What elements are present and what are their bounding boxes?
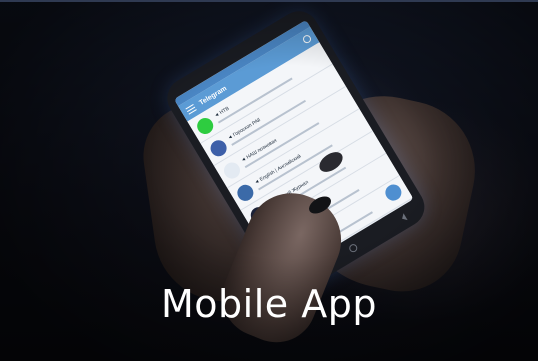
photo-scene: Telegram ◄ HTB ◄ Гороскоп PAll ◄ НАШ поз… [0, 0, 538, 361]
chat-avatar [234, 181, 257, 204]
hamburger-menu-icon [185, 103, 197, 115]
chat-avatar [193, 114, 216, 137]
chat-avatar [220, 159, 243, 182]
chat-avatar [207, 136, 230, 159]
caption-text: Mobile App [161, 282, 377, 326]
search-icon [301, 33, 313, 45]
back-icon [396, 213, 408, 225]
home-icon [347, 242, 359, 254]
